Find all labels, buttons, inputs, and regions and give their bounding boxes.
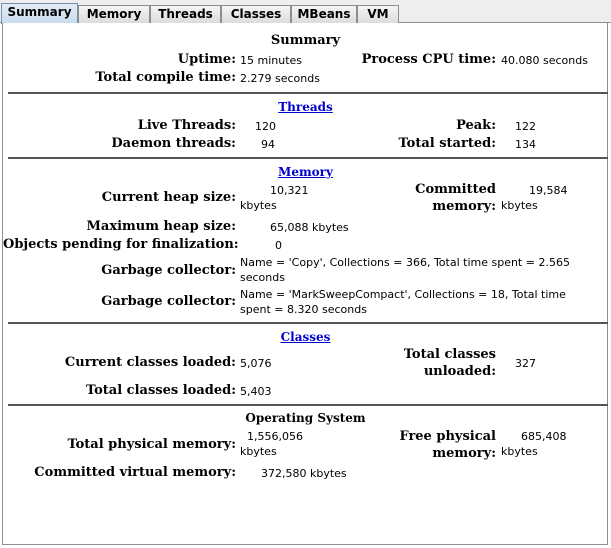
total-physical-memory-label: Total physical memory:: [67, 437, 236, 452]
tab-memory[interactable]: Memory: [78, 5, 150, 23]
max-heap-label: Maximum heap size:: [86, 219, 236, 234]
current-classes-label: Current classes loaded:: [64, 355, 236, 370]
committed-virtual-memory-value: 372,580 kbytes: [261, 467, 347, 480]
total-started-value: 134: [515, 138, 536, 151]
unloaded-classes-label-2: unloaded:: [423, 364, 496, 379]
tab-vm[interactable]: VM: [357, 5, 399, 23]
memory-link[interactable]: Memory: [203, 165, 408, 179]
cpu-time-label: Process CPU time:: [361, 52, 496, 67]
free-physical-memory-value: 685,408: [521, 430, 567, 443]
peak-threads-value: 122: [515, 120, 536, 133]
tab-mbeans[interactable]: MBeans: [291, 5, 357, 23]
gc-marksweep-value: Name = 'MarkSweepCompact', Collections =…: [240, 288, 566, 316]
current-heap-unit: kbytes: [240, 199, 277, 212]
total-physical-memory-value: 1,556,056: [247, 430, 303, 443]
gc-copy-value: Name = 'Copy', Collections = 366, Total …: [240, 256, 570, 284]
section-divider: [8, 322, 608, 324]
classes-link[interactable]: Classes: [203, 330, 408, 344]
total-classes-label: Total classes loaded:: [85, 383, 236, 398]
tab-classes[interactable]: Classes: [221, 5, 291, 23]
uptime-label: Uptime:: [177, 52, 236, 67]
free-physical-memory-label-2: memory:: [432, 446, 496, 461]
gc-marksweep-label: Garbage collector:: [101, 294, 236, 309]
current-heap-value: 10,321: [270, 184, 309, 197]
committed-memory-label-1: Committed: [415, 182, 496, 197]
max-heap-value: 65,088 kbytes: [270, 221, 349, 234]
section-divider: [8, 404, 608, 406]
live-threads-label: Live Threads:: [137, 118, 236, 133]
pending-finalization-value: 0: [275, 239, 282, 252]
cpu-time-value: 40.080 seconds: [501, 54, 588, 67]
tab-threads[interactable]: Threads: [150, 5, 221, 23]
total-started-label: Total started:: [398, 136, 496, 151]
daemon-threads-value: 94: [261, 138, 275, 151]
section-divider: [8, 92, 608, 94]
daemon-threads-label: Daemon threads:: [111, 136, 236, 151]
committed-virtual-memory-label: Committed virtual memory:: [34, 465, 236, 480]
tab-bar: Summary Memory Threads Classes MBeans VM: [0, 0, 611, 24]
current-classes-value: 5,076: [240, 357, 272, 370]
free-physical-memory-unit: kbytes: [501, 445, 538, 458]
total-classes-value: 5,403: [240, 385, 272, 398]
peak-threads-label: Peak:: [456, 118, 496, 133]
current-heap-label: Current heap size:: [101, 190, 236, 205]
free-physical-memory-label-1: Free physical: [399, 429, 496, 444]
summary-heading: Summary: [270, 33, 341, 48]
live-threads-value: 120: [255, 120, 276, 133]
uptime-value: 15 minutes: [240, 54, 303, 67]
committed-memory-unit: kbytes: [501, 199, 538, 212]
compile-time-value: 2.279 seconds: [240, 72, 320, 85]
committed-memory-value: 19,584: [529, 184, 568, 197]
committed-memory-label-2: memory:: [432, 199, 496, 214]
tab-summary[interactable]: Summary: [1, 3, 78, 24]
total-physical-memory-unit: kbytes: [240, 445, 277, 458]
os-heading: Operating System: [245, 411, 366, 425]
summary-panel: Summary Uptime: 15 minutes Process CPU t…: [2, 23, 608, 545]
threads-link[interactable]: Threads: [203, 100, 408, 114]
pending-finalization-label: Objects pending for finalization:: [3, 237, 239, 252]
gc-copy-label: Garbage collector:: [101, 263, 236, 278]
unloaded-classes-value: 327: [515, 357, 536, 370]
section-divider: [8, 157, 608, 159]
unloaded-classes-label-1: Total classes: [403, 347, 496, 362]
compile-time-label: Total compile time:: [95, 70, 236, 85]
